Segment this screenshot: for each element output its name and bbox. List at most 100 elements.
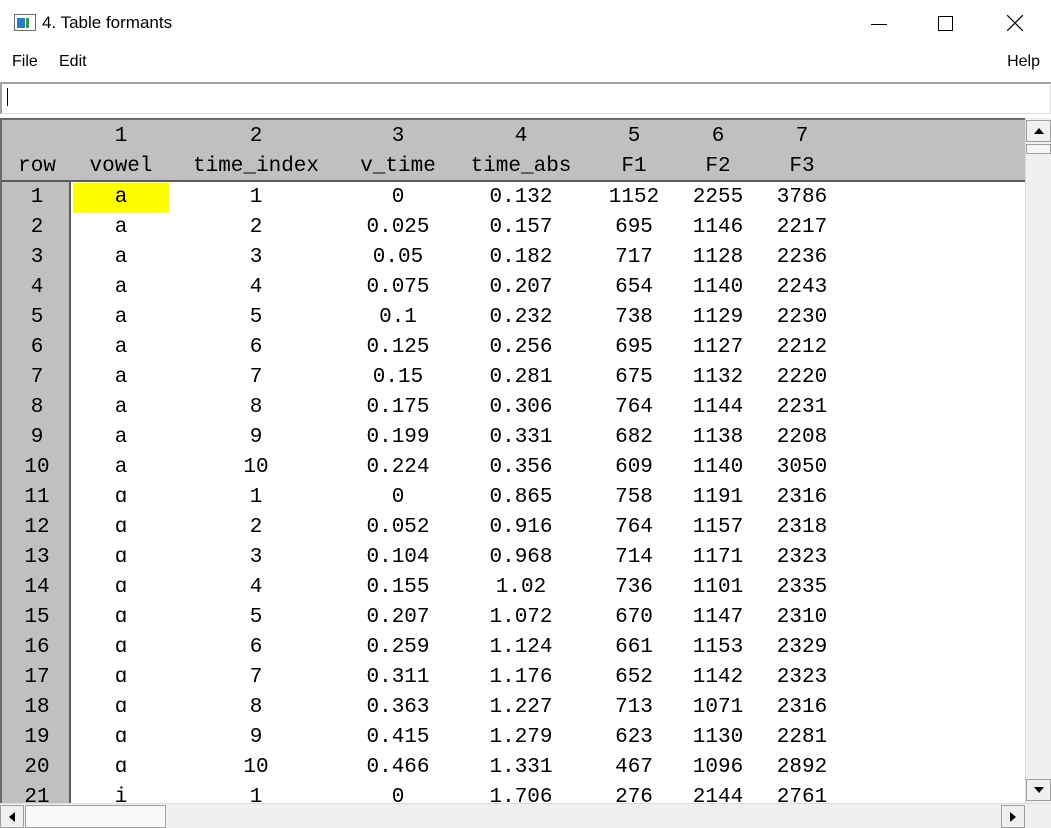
table-cell[interactable]: 1.227 [489,693,552,723]
maximize-button[interactable] [910,0,980,47]
cell-editor-input[interactable] [0,82,1051,114]
table-cell[interactable]: 1.279 [489,723,552,753]
table-cell[interactable]: 1 [250,183,263,213]
table-cell[interactable]: ɑ [115,513,128,543]
table-cell[interactable]: 1144 [693,393,743,423]
table-cell[interactable]: 2318 [777,513,827,543]
vertical-scrollbar[interactable] [1025,118,1051,803]
table-cell[interactable]: 1152 [609,183,659,213]
table-cell[interactable]: 0 [392,483,405,513]
table-cell[interactable]: ɑ [115,753,128,783]
table-cell[interactable]: 1147 [693,603,743,633]
table-cell[interactable]: 467 [615,753,653,783]
table-cell[interactable]: 1.124 [489,633,552,663]
table-cell[interactable]: 0.199 [366,423,429,453]
table-cell[interactable]: 1.331 [489,753,552,783]
column-header-f2[interactable]: F2 [705,152,730,182]
table-cell[interactable]: 2255 [693,183,743,213]
table-cell[interactable]: 0.05 [373,243,423,273]
table-cell[interactable]: 623 [615,723,653,753]
column-header-f3[interactable]: F3 [789,152,814,182]
table-cell[interactable]: 1132 [693,363,743,393]
table-cell[interactable]: 682 [615,423,653,453]
table-cell[interactable]: ɑ [115,603,128,633]
table-cell[interactable]: 9 [250,723,263,753]
table-cell[interactable]: 1140 [693,273,743,303]
table-grid[interactable]: 1 2 3 4 5 6 7 row vowel time_index v_time time_abs F… [0,118,1025,803]
horizontal-scrollbar[interactable] [0,803,1051,828]
table-cell[interactable]: a [115,243,128,273]
table-cell[interactable]: 0 [392,183,405,213]
column-header-v_time[interactable]: v_time [360,152,436,182]
table-cell[interactable]: ɑ [115,573,128,603]
table-cell[interactable]: ɑ [115,723,128,753]
table-cell[interactable]: 0.025 [366,213,429,243]
table-cell[interactable]: a [115,303,128,333]
table-cell[interactable]: 0.155 [366,573,429,603]
table-cell[interactable]: 6 [250,333,263,363]
table-cell[interactable]: 0.865 [489,483,552,513]
table-cell[interactable]: 713 [615,693,653,723]
table-cell[interactable]: 1.176 [489,663,552,693]
table-cell[interactable]: 1130 [693,723,743,753]
table-cell[interactable]: 652 [615,663,653,693]
scroll-right-button[interactable] [1001,805,1025,828]
table-cell[interactable]: 1.02 [496,573,546,603]
table-cell[interactable]: 2212 [777,333,827,363]
table-cell[interactable]: 1101 [693,573,743,603]
table-cell[interactable]: 2892 [777,753,827,783]
table-cell[interactable]: 764 [615,393,653,423]
vertical-scroll-thumb[interactable] [1026,144,1051,154]
table-cell[interactable]: 0.1 [379,303,417,333]
table-cell[interactable]: 0.15 [373,363,423,393]
table-cell[interactable]: ɑ [115,633,128,663]
table-cell[interactable]: 0.132 [489,183,552,213]
column-header-time_index[interactable]: time_index [193,152,319,182]
table-cell[interactable]: 0.259 [366,633,429,663]
table-cell[interactable]: ɑ [115,663,128,693]
table-cell[interactable]: 0.207 [366,603,429,633]
table-cell[interactable]: 7 [250,663,263,693]
table-cell[interactable]: 1071 [693,693,743,723]
table-cell[interactable]: 2329 [777,633,827,663]
table-cell[interactable]: 9 [250,423,263,453]
table-cell[interactable]: 2316 [777,483,827,513]
table-cell[interactable]: 1171 [693,543,743,573]
table-cell[interactable]: 1191 [693,483,743,513]
horizontal-scroll-thumb[interactable] [25,805,166,828]
table-cell[interactable]: 2144 [693,783,743,803]
table-cell[interactable]: 2323 [777,543,827,573]
table-cell[interactable]: 5 [250,603,263,633]
table-cell[interactable]: 0.207 [489,273,552,303]
table-cell[interactable]: 1129 [693,303,743,333]
close-button[interactable] [980,0,1050,47]
table-cell[interactable]: 0.224 [366,453,429,483]
table-cell[interactable]: 695 [615,333,653,363]
table-cell[interactable]: a [115,183,128,213]
table-cell[interactable]: a [115,333,128,363]
table-cell[interactable]: 4 [250,573,263,603]
table-cell[interactable]: 758 [615,483,653,513]
table-cell[interactable]: a [115,423,128,453]
table-cell[interactable]: 0.075 [366,273,429,303]
table-cell[interactable]: 4 [250,273,263,303]
table-cell[interactable]: 8 [250,393,263,423]
table-cell[interactable]: 5 [250,303,263,333]
table-cell[interactable]: 0.281 [489,363,552,393]
table-cell[interactable]: 0.256 [489,333,552,363]
table-cell[interactable]: 0.466 [366,753,429,783]
table-cell[interactable]: 1138 [693,423,743,453]
table-cell[interactable]: i [115,783,128,803]
table-cell[interactable]: 736 [615,573,653,603]
table-cell[interactable]: 0.415 [366,723,429,753]
menu-file[interactable]: File [12,53,38,71]
table-cell[interactable]: 2316 [777,693,827,723]
table-cell[interactable]: 0.182 [489,243,552,273]
table-cell[interactable]: 2310 [777,603,827,633]
table-cell[interactable]: 0.331 [489,423,552,453]
table-cell[interactable]: 0.306 [489,393,552,423]
table-cell[interactable]: 6 [250,633,263,663]
table-cell[interactable]: 764 [615,513,653,543]
table-cell[interactable]: 0 [392,783,405,803]
table-cell[interactable]: 2236 [777,243,827,273]
